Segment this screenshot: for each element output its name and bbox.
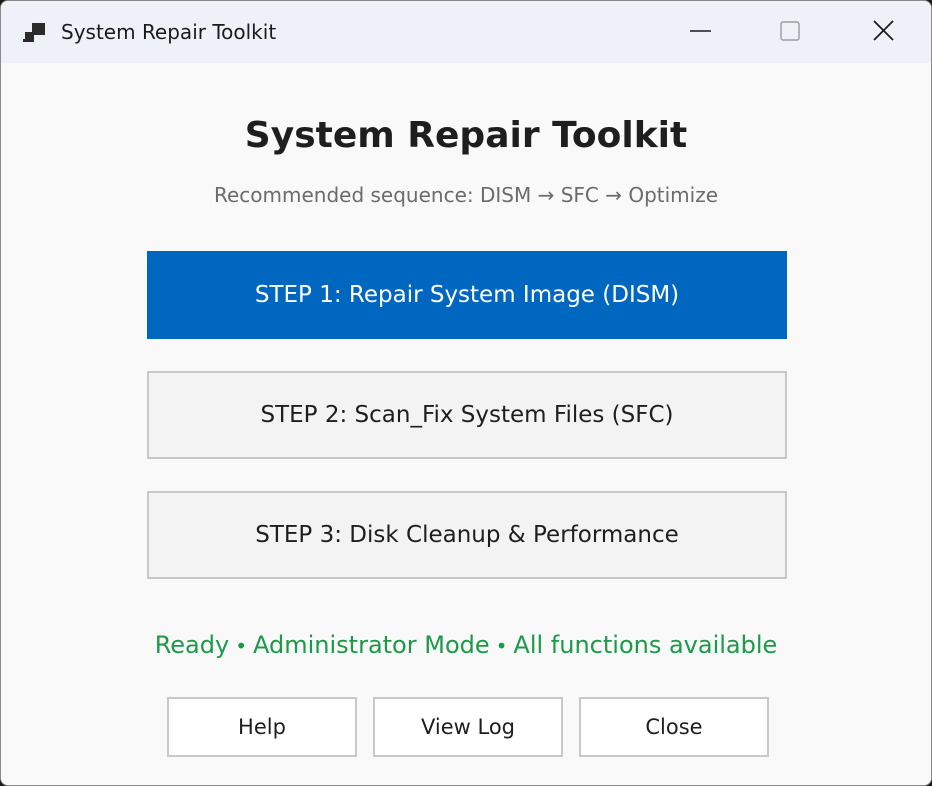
status-separator: • bbox=[495, 634, 508, 658]
sequence-hint: Recommended sequence: DISM → SFC → Optim… bbox=[213, 183, 719, 207]
status-line: Ready • Administrator Mode • All functions a… bbox=[1, 631, 931, 659]
status-ready: Ready bbox=[154, 631, 230, 659]
step-2-sfc-button[interactable]: STEP 2: Scan_Fix System Files (SFC) bbox=[147, 371, 787, 459]
close-window-button[interactable] bbox=[837, 1, 929, 63]
maximize-button[interactable] bbox=[745, 1, 837, 63]
status-admin-mode: Administrator Mode bbox=[253, 631, 490, 659]
status-functions: All functions available bbox=[513, 631, 778, 659]
step-3-cleanup-button[interactable]: STEP 3: Disk Cleanup & Performance bbox=[147, 491, 787, 579]
window-title: System Repair Toolkit bbox=[61, 20, 277, 44]
app-window: System Repair Toolkit System Repair Tool… bbox=[0, 0, 932, 786]
close-button[interactable]: Close bbox=[579, 697, 769, 757]
view-log-button[interactable]: View Log bbox=[373, 697, 563, 757]
status-separator: • bbox=[235, 634, 247, 658]
main-content: System Repair Toolkit Recommended sequen… bbox=[1, 63, 931, 785]
app-icon bbox=[23, 20, 47, 44]
title-bar[interactable]: System Repair Toolkit bbox=[1, 1, 931, 63]
page-title: System Repair Toolkit bbox=[244, 115, 688, 156]
step-1-dism-button[interactable]: STEP 1: Repair System Image (DISM) bbox=[147, 251, 787, 339]
help-button[interactable]: Help bbox=[167, 697, 357, 757]
minimize-button[interactable] bbox=[655, 1, 747, 63]
